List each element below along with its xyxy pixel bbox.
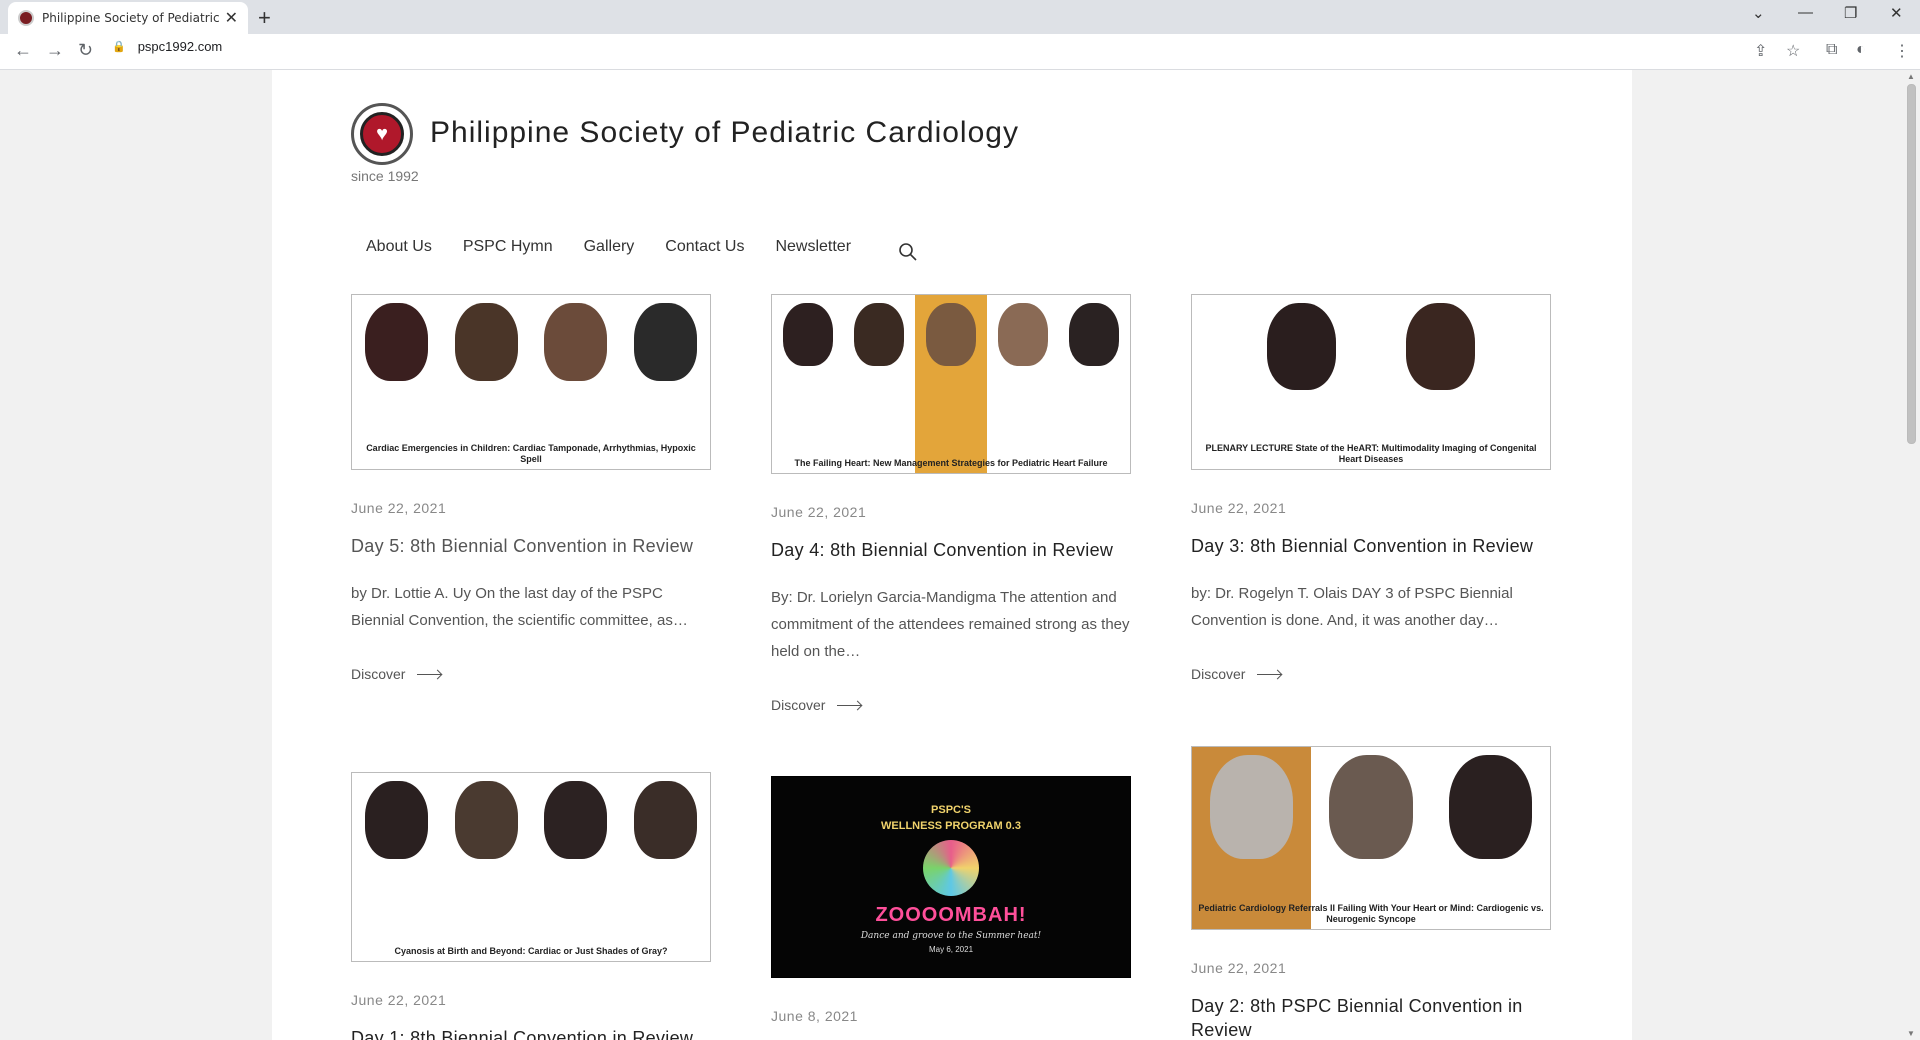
post-card: PLENARY LECTURE State of the HeART: Mult…: [1191, 294, 1551, 682]
discover-link[interactable]: Discover: [771, 697, 1131, 713]
banner-date: May 6, 2021: [928, 945, 974, 954]
post-card: PSPC'S WELLNESS PROGRAM 0.3 ZOOOOMBAH! D…: [771, 776, 1131, 1024]
share-icon[interactable]: ⇪: [1754, 41, 1767, 61]
post-date: June 22, 2021: [351, 500, 447, 516]
arrow-right-icon: [837, 704, 862, 706]
lock-icon: 🔒: [112, 41, 126, 53]
browser-tab-strip: Philippine Society of Pediatric Ca ✕ + ⌄…: [0, 0, 1920, 34]
browser-tab[interactable]: Philippine Society of Pediatric Ca ✕: [8, 2, 248, 34]
site-favicon-icon: [18, 10, 34, 26]
page-scrollbar[interactable]: ▲ ▼: [1903, 70, 1920, 1040]
menu-item-contact-us[interactable]: Contact Us: [665, 238, 744, 256]
menu-item-about-us[interactable]: About Us: [366, 238, 432, 256]
page-viewport: ♥ Philippine Society of Pediatric Cardio…: [0, 70, 1920, 1040]
site-logo[interactable]: ♥: [351, 103, 413, 165]
url-text: pspc1992.com: [137, 39, 223, 54]
post-thumbnail[interactable]: PSPC'S WELLNESS PROGRAM 0.3 ZOOOOMBAH! D…: [771, 776, 1131, 978]
banner-headline: ZOOOOMBAH!: [875, 904, 1027, 926]
new-tab-icon[interactable]: +: [258, 5, 271, 31]
post-date: June 8, 2021: [771, 1008, 858, 1024]
post-excerpt: By: Dr. Lorielyn Garcia-Mandigma The att…: [771, 589, 1130, 661]
menu-item-gallery[interactable]: Gallery: [584, 238, 635, 256]
menu-item-pspc-hymn[interactable]: PSPC Hymn: [463, 238, 553, 256]
post-card: Cardiac Emergencies in Children: Cardiac…: [351, 294, 711, 682]
post-title[interactable]: Day 1: 8th Biennial Convention in Review: [351, 1026, 711, 1040]
banner-line: PSPC'S: [931, 804, 971, 816]
post-title[interactable]: Day 2: 8th PSPC Biennial Convention in R…: [1191, 994, 1551, 1040]
discover-label: Discover: [351, 666, 406, 683]
post-card: The Failing Heart: New Management Strate…: [771, 294, 1131, 713]
post-thumbnail[interactable]: The Failing Heart: New Management Strate…: [771, 294, 1131, 474]
discover-link[interactable]: Discover: [351, 666, 711, 682]
thumbnail-caption: Pediatric Cardiology Referrals II Failin…: [1198, 903, 1544, 925]
tab-search-icon[interactable]: ⌄: [1752, 4, 1765, 22]
post-title[interactable]: Day 3: 8th Biennial Convention in Review: [1191, 534, 1551, 558]
post-card: Pediatric Cardiology Referrals II Failin…: [1191, 746, 1551, 1040]
post-date: June 22, 2021: [1191, 960, 1287, 976]
post-excerpt: by: Dr. Rogelyn T. Olais DAY 3 of PSPC B…: [1191, 585, 1513, 630]
discover-label: Discover: [1191, 666, 1246, 683]
back-icon[interactable]: ←: [14, 40, 32, 61]
post-date: June 22, 2021: [351, 992, 447, 1008]
address-bar[interactable]: 🔒 pspc1992.com: [112, 39, 222, 54]
bookmark-star-icon[interactable]: ☆: [1786, 41, 1800, 61]
post-date: June 22, 2021: [1191, 500, 1287, 516]
browser-menu-icon[interactable]: ⋮: [1894, 41, 1910, 61]
discover-link[interactable]: Discover: [1191, 666, 1551, 682]
site-tagline: since 1992: [351, 168, 419, 184]
banner-line: WELLNESS PROGRAM 0.3: [881, 820, 1021, 832]
reload-icon[interactable]: ↻: [78, 40, 93, 61]
post-date: June 22, 2021: [771, 504, 867, 520]
post-thumbnail[interactable]: Pediatric Cardiology Referrals II Failin…: [1191, 746, 1551, 930]
banner-line: Dance and groove to the Summer heat!: [860, 931, 1042, 941]
wellness-banner: PSPC'S WELLNESS PROGRAM 0.3 ZOOOOMBAH! D…: [772, 777, 1130, 977]
forward-icon[interactable]: →: [46, 40, 64, 61]
menu-item-newsletter[interactable]: Newsletter: [775, 238, 851, 256]
scroll-up-icon[interactable]: ▲: [1907, 72, 1915, 81]
close-window-icon[interactable]: ✕: [1890, 4, 1903, 22]
disco-ball-icon: [923, 840, 979, 896]
thumbnail-caption: The Failing Heart: New Management Strate…: [794, 458, 1108, 469]
scrollbar-thumb[interactable]: [1907, 84, 1916, 444]
post-thumbnail[interactable]: PLENARY LECTURE State of the HeART: Mult…: [1191, 294, 1551, 470]
profile-avatar-icon[interactable]: ◐: [1856, 41, 1866, 59]
site-title[interactable]: Philippine Society of Pediatric Cardiolo…: [430, 116, 1019, 150]
thumbnail-caption: Cyanosis at Birth and Beyond: Cardiac or…: [394, 946, 668, 957]
extensions-icon[interactable]: ⧉: [1826, 41, 1837, 59]
thumbnail-caption: Cardiac Emergencies in Children: Cardiac…: [366, 443, 696, 465]
discover-label: Discover: [771, 697, 826, 714]
post-card: Cyanosis at Birth and Beyond: Cardiac or…: [351, 772, 711, 1040]
browser-toolbar: ← → ↻ 🔒 pspc1992.com ⇪ ☆ ⧉ ◐ ⋮: [0, 34, 1920, 70]
post-title[interactable]: Day 4: 8th Biennial Convention in Review: [771, 538, 1131, 562]
tab-title: Philippine Society of Pediatric Ca: [42, 11, 219, 25]
restore-icon[interactable]: ❐: [1844, 4, 1857, 22]
post-title[interactable]: Day 5: 8th Biennial Convention in Review: [351, 534, 711, 558]
scroll-down-icon[interactable]: ▼: [1907, 1029, 1915, 1038]
minimize-icon[interactable]: —: [1798, 4, 1813, 21]
arrow-right-icon: [417, 673, 442, 675]
post-thumbnail[interactable]: Cyanosis at Birth and Beyond: Cardiac or…: [351, 772, 711, 962]
close-tab-icon[interactable]: ✕: [225, 8, 238, 28]
main-menu: About Us PSPC Hymn Gallery Contact Us Ne…: [366, 238, 882, 256]
heart-icon: ♥: [376, 122, 388, 145]
post-excerpt: by Dr. Lottie A. Uy On the last day of t…: [351, 585, 688, 630]
search-icon[interactable]: [898, 242, 918, 262]
post-thumbnail[interactable]: Cardiac Emergencies in Children: Cardiac…: [351, 294, 711, 470]
arrow-right-icon: [1257, 673, 1282, 675]
page-container: ♥ Philippine Society of Pediatric Cardio…: [272, 70, 1632, 1040]
thumbnail-caption: PLENARY LECTURE State of the HeART: Mult…: [1205, 443, 1537, 465]
